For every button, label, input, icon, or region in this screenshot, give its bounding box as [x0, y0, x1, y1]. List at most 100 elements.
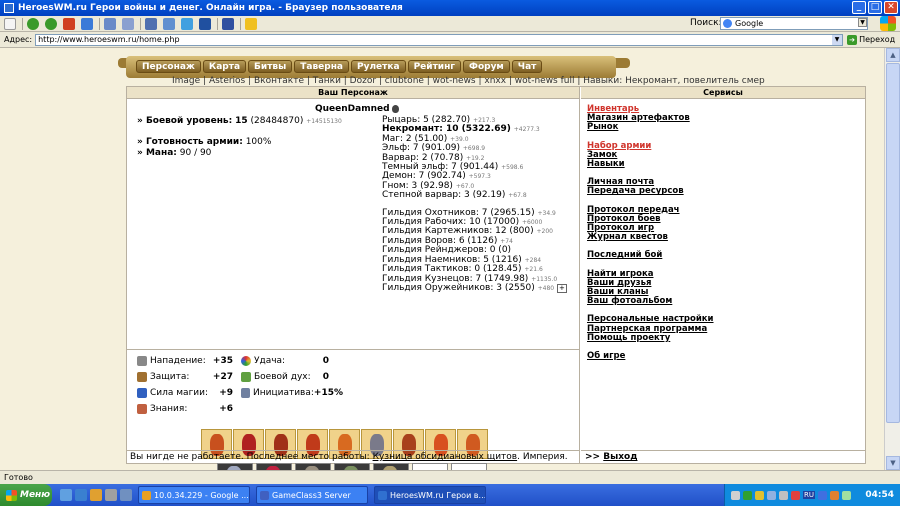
nav-item[interactable]: Карта: [202, 60, 247, 73]
army-slot[interactable]: 9: [373, 463, 409, 470]
nav-item[interactable]: Персонаж: [136, 60, 201, 73]
tray-app-icon[interactable]: [767, 490, 776, 500]
faction-delta: +597.3: [468, 173, 491, 181]
wand-icon: [137, 388, 147, 398]
system-tray: RU 04:54: [724, 484, 900, 506]
army-slots: 485832129: [217, 463, 487, 470]
nav-item[interactable]: Форум: [463, 60, 510, 73]
refresh-icon[interactable]: [81, 17, 93, 30]
vertical-scrollbar[interactable]: ▲ ▼: [884, 48, 900, 470]
army-slot[interactable]: 58: [256, 463, 292, 470]
quicklaunch-desktop-icon[interactable]: [60, 489, 72, 501]
service-link[interactable]: Передача ресурсов: [587, 187, 714, 196]
tray-app-icon[interactable]: [818, 490, 827, 500]
stop-icon[interactable]: [63, 17, 75, 30]
download-icon[interactable]: [199, 17, 211, 30]
initiative-label: Инициатива:: [253, 388, 314, 398]
nav-item[interactable]: Рейтинг: [407, 60, 462, 73]
army-slot[interactable]: [412, 463, 448, 470]
task-app-icon: [260, 490, 269, 500]
luck-value: 0: [322, 356, 329, 366]
scroll-down-icon[interactable]: ▼: [886, 456, 900, 470]
initiative-value: +15%: [313, 388, 343, 398]
maximize-button[interactable]: □: [868, 1, 882, 14]
nav-item[interactable]: Чат: [511, 60, 543, 73]
luck-stat: Удача: 0: [241, 356, 337, 366]
minimize-button[interactable]: _: [852, 1, 866, 14]
service-link[interactable]: Журнал квестов: [587, 233, 714, 242]
swords-icon: [137, 356, 147, 366]
scroll-thumb[interactable]: [886, 63, 900, 423]
guild-delta: +21.6: [524, 266, 543, 274]
tray-app-icon[interactable]: [830, 490, 839, 500]
favorites-star-icon[interactable]: [245, 17, 257, 30]
army-slot[interactable]: 48: [217, 463, 253, 470]
tray-app-icon[interactable]: [791, 490, 800, 500]
links-bar[interactable]: Image | Asterios | Вконтакте | Танки | D…: [172, 76, 765, 86]
new-page-icon[interactable]: [4, 17, 16, 30]
morale-label: Боевой дух:: [254, 372, 311, 382]
nav-item[interactable]: Рулетка: [351, 60, 406, 73]
service-link[interactable]: Помощь проекту: [587, 333, 714, 343]
quicklaunch-browser-icon[interactable]: [75, 489, 87, 501]
taskbar-button[interactable]: 10.0.34.229 - Google ...: [138, 486, 250, 504]
exit-link[interactable]: Выход: [603, 452, 637, 462]
character-header: Ваш Персонаж: [127, 87, 579, 99]
army-slot[interactable]: [451, 463, 487, 470]
bomb-icon: [391, 104, 399, 113]
search-input[interactable]: Google: [720, 17, 868, 30]
find-icon[interactable]: [122, 17, 134, 30]
quicklaunch-app-icon[interactable]: [120, 489, 132, 501]
go-arrow-icon: ➔: [847, 34, 858, 45]
mana-value: 90 / 90: [179, 148, 212, 158]
window-titlebar: HeroesWM.ru Герои войны и денег. Онлайн …: [0, 0, 900, 16]
combat-exp-delta: +14515130: [306, 118, 342, 125]
go-button[interactable]: ➔ Переход: [847, 34, 895, 45]
image-icon[interactable]: [145, 17, 157, 30]
scroll-up-icon[interactable]: ▲: [886, 48, 900, 62]
combat-level-value: 15: [235, 116, 248, 126]
home-icon[interactable]: [181, 17, 193, 30]
close-button[interactable]: ✕: [884, 1, 898, 14]
address-input[interactable]: http://www.heroeswm.ru/home.php ▼: [35, 33, 844, 46]
service-link[interactable]: Последний бой: [587, 251, 714, 260]
tray-app-icon[interactable]: [779, 490, 788, 500]
save-icon[interactable]: [222, 17, 234, 30]
taskbar-button[interactable]: HeroesWM.ru Герои в...: [374, 486, 486, 504]
character-name[interactable]: QueenDamned: [315, 104, 399, 114]
faction-delta: +698.9: [462, 145, 486, 153]
service-link[interactable]: Об игре: [587, 351, 714, 361]
rainbow-icon: [241, 356, 251, 366]
nav-item[interactable]: Таверна: [294, 60, 349, 73]
workplace-link[interactable]: Кузница обсидиановых щитов: [373, 452, 518, 462]
language-indicator[interactable]: RU: [803, 491, 815, 499]
guild-delta: +200: [536, 228, 553, 236]
army-slot[interactable]: 12: [334, 463, 370, 470]
service-link[interactable]: Навыки: [587, 159, 714, 169]
zoom-icon[interactable]: [163, 17, 175, 30]
service-link[interactable]: Ваш фотоальбом: [587, 297, 714, 306]
start-button[interactable]: Меню: [0, 484, 52, 506]
back-icon[interactable]: [27, 17, 39, 30]
browser-toolbar: Поиск: Google ▼: [0, 16, 900, 32]
print-icon[interactable]: [104, 17, 116, 30]
tray-network-icon[interactable]: [731, 490, 740, 500]
nav-item[interactable]: Битвы: [248, 60, 293, 73]
quicklaunch-app-icon[interactable]: [90, 489, 102, 501]
address-dropdown-icon[interactable]: ▼: [832, 34, 843, 45]
search-dropdown-icon[interactable]: ▼: [858, 18, 867, 27]
expand-button[interactable]: +: [556, 283, 567, 293]
tray-volume-icon[interactable]: [842, 490, 851, 500]
tray-app-icon[interactable]: [755, 490, 764, 500]
faction-delta: +4277.3: [513, 126, 540, 134]
taskbar-button[interactable]: GameClass3 Server: [256, 486, 368, 504]
character-name-text: QueenDamned: [315, 104, 390, 114]
guild-delta: +284: [524, 256, 542, 264]
army-slot[interactable]: 32: [295, 463, 331, 470]
tray-app-icon[interactable]: [743, 490, 752, 500]
service-link[interactable]: Рынок: [587, 123, 714, 132]
quicklaunch-app-icon[interactable]: [105, 489, 117, 501]
attack-label: Нападение:: [150, 356, 206, 366]
forward-icon[interactable]: [45, 17, 57, 30]
morale-stat: Боевой дух: 0: [241, 372, 337, 382]
